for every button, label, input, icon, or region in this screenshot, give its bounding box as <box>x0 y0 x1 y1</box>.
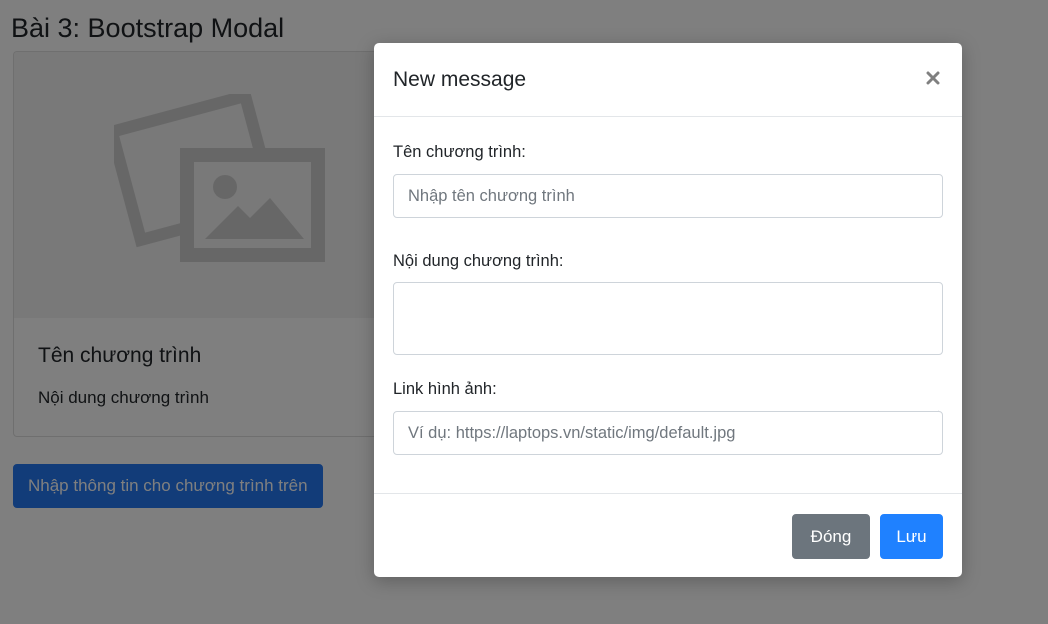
modal-footer: Đóng Lưu <box>374 493 962 577</box>
page: Bài 3: Bootstrap Modal Tên chương trình … <box>0 0 1048 624</box>
close-button[interactable] <box>918 63 948 93</box>
modal-title: New message <box>393 68 527 91</box>
program-content-textarea[interactable] <box>393 282 943 355</box>
dong-close-button[interactable]: Đóng <box>792 514 870 559</box>
save-button[interactable]: Lưu <box>880 514 943 559</box>
image-link-label: Link hình ảnh: <box>393 380 497 398</box>
modal-body: Tên chương trình: Nội dung chương trình:… <box>374 117 962 493</box>
program-content-label: Nội dung chương trình: <box>393 252 564 270</box>
close-icon <box>926 71 940 85</box>
new-message-modal: New message Tên chương trình: Nội dung c… <box>374 43 962 577</box>
modal-header: New message <box>374 43 962 117</box>
image-link-input[interactable] <box>393 411 943 455</box>
program-name-input[interactable] <box>393 174 943 218</box>
program-name-label: Tên chương trình: <box>393 143 526 161</box>
